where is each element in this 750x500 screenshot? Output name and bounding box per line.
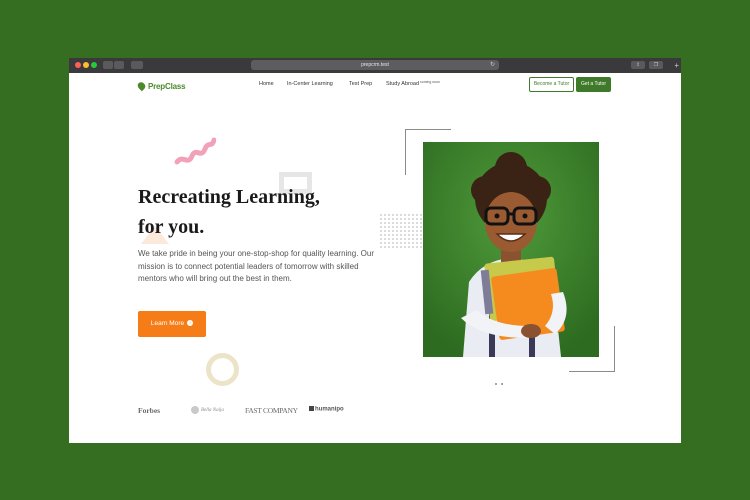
minimize-window-button[interactable] [83,62,89,68]
bella-naija-text: Bella Naija [201,407,224,413]
slider-dot-1[interactable] [495,383,497,385]
nav-study-abroad-label: Study Abroad [386,81,420,87]
press-logo-humanipo: humanipo [309,406,344,413]
slider-dot-2[interactable] [501,383,503,385]
share-icon[interactable]: ⇪ [631,61,645,69]
logo-pin-icon [136,80,147,92]
learn-more-label: Learn More [150,320,185,327]
arrow-right-icon: › [187,320,194,327]
reload-icon[interactable]: ↻ [490,60,495,70]
bella-naija-emblem-icon [191,406,199,414]
get-tutor-button[interactable]: Get a Tutor [576,77,611,92]
press-logo-bella-naija: Bella Naija [191,406,224,414]
coming-soon-badge: coming soon [420,80,440,84]
sidebar-icon[interactable] [131,61,143,69]
nav-home[interactable]: Home [259,81,274,87]
nav-test-prep[interactable]: Test Prep [349,81,372,87]
hero-title-line-2: for you. [138,216,205,238]
address-bar[interactable]: prepcrm.test ↻ [251,60,499,70]
dot-grid-decoration [379,213,423,249]
browser-window: prepcrm.test ↻ ⇪ ❐ + PrepClass Home In-C… [69,58,681,443]
tabs-icon[interactable]: ❐ [649,61,663,69]
maximize-window-button[interactable] [91,62,97,68]
slider-pagination[interactable] [495,372,507,390]
forward-button[interactable] [114,61,124,69]
pink-squiggle-decoration [174,137,216,165]
hero-title-line-1: Recreating Learning, [138,186,320,208]
close-window-button[interactable] [75,62,81,68]
new-tab-icon[interactable]: + [674,61,679,70]
site-logo[interactable]: PrepClass [136,79,186,93]
humanipo-mark-icon [309,406,314,411]
become-tutor-button[interactable]: Become a Tutor [529,77,574,92]
press-logo-fast-company: FAST COMPANY [245,406,298,415]
student-illustration [423,142,599,357]
hero-description: We take pride in being your one-stop-sho… [138,249,374,283]
hero-student-photo [423,142,599,357]
address-url: prepcrm.test [361,62,389,68]
humanipo-text: humanipo [315,406,344,413]
ring-decoration [206,353,239,386]
learn-more-button[interactable]: Learn More › [138,311,206,337]
back-button[interactable] [103,61,113,69]
logo-text: PrepClass [148,81,186,91]
nav-study-abroad[interactable]: Study Abroadcoming soon [386,80,440,87]
browser-toolbar: prepcrm.test ↻ ⇪ ❐ + [69,58,681,73]
press-logo-forbes: Forbes [138,406,161,415]
nav-in-center-learning[interactable]: In-Center Learning [287,81,333,87]
